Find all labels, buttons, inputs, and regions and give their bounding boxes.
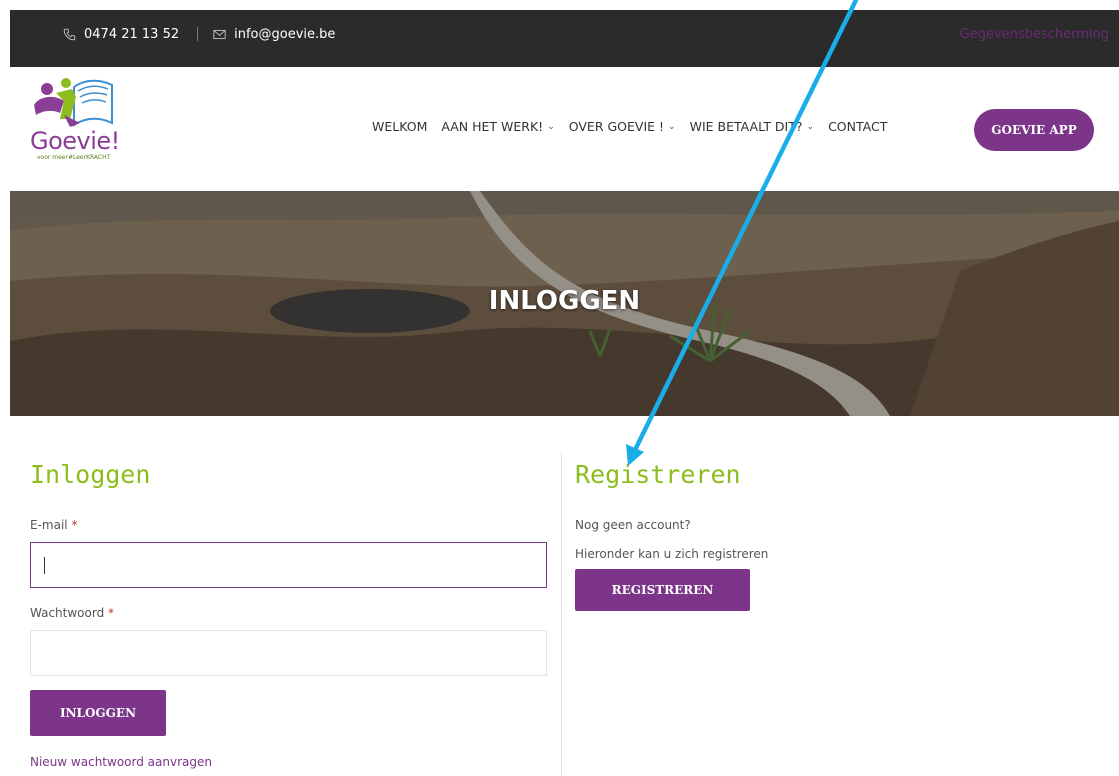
divider [197,27,199,41]
register-heading: Registreren [575,460,741,489]
password-label: Wachtwoord * [30,606,547,620]
logo-tagline: voor meer#LeerKRACHT [37,154,111,161]
chevron-down-icon: ⌄ [547,121,555,132]
page-title: INLOGGEN [488,286,641,316]
nav-item-aan-het-werk[interactable]: AAN HET WERK! ⌄ [441,119,554,134]
forgot-password-link[interactable]: Nieuw wachtwoord aanvragen [30,755,547,769]
required-marker: * [71,518,78,532]
login-button[interactable]: INLOGGEN [30,690,166,736]
envelope-icon [212,27,226,41]
goevie-app-button[interactable]: GOEVIE APP [974,109,1094,151]
nav-label: WIE BETAALT DIT? [689,119,803,134]
nav-label: AAN HET WERK! [441,119,544,134]
logo-wordmark: Goevie! [30,127,120,155]
top-bar: 0474 21 13 52 info@goevie.be Gegevensbes… [10,10,1119,67]
phone-number[interactable]: 0474 21 13 52 [84,27,179,42]
password-field[interactable] [30,630,547,676]
logo[interactable]: Goevie! voor meer#LeerKRACHT [30,75,140,165]
column-divider [561,452,562,776]
main-nav: WELKOM AAN HET WERK! ⌄ OVER GOEVIE ! ⌄ WIE… [372,119,901,134]
nav-item-wie-betaalt-dit[interactable]: WIE BETAALT DIT? ⌄ [690,119,815,134]
site-header: Goevie! voor meer#LeerKRACHT WELKOM AAN … [10,67,1119,191]
register-line-1: Nog geen account? [575,518,691,532]
email-address[interactable]: info@goevie.be [234,27,335,42]
phone-icon [62,27,76,41]
email-label-text: E-mail [30,518,68,532]
nav-label: OVER GOEVIE ! [568,119,665,134]
nav-label: CONTACT [828,119,888,134]
text-caret [44,557,45,574]
register-line-2: Hieronder kan u zich registreren [575,547,769,561]
chevron-down-icon: ⌄ [806,121,815,132]
password-label-text: Wachtwoord [30,606,105,620]
privacy-link[interactable]: Gegevensbescherming [960,10,1109,58]
chevron-down-icon: ⌄ [668,121,676,132]
nav-item-over-goevie[interactable]: OVER GOEVIE ! ⌄ [569,119,676,134]
required-marker: * [108,606,115,620]
nav-item-contact[interactable]: CONTACT [828,119,887,134]
email-label: E-mail * [30,518,547,532]
register-button[interactable]: REGISTREREN [575,569,750,611]
nav-label: WELKOM [372,119,428,134]
nav-item-welkom[interactable]: WELKOM [372,119,427,134]
login-form: Inloggen E-mail * Wachtwoord * INLOGGEN … [30,440,547,769]
login-heading: Inloggen [30,460,151,489]
email-field[interactable] [30,542,547,588]
register-section: Registreren Nog geen account? Hieronder … [575,440,1095,611]
hero-banner: INLOGGEN [10,191,1119,416]
logo-figures-icon [34,78,113,127]
contact-info: 0474 21 13 52 info@goevie.be [62,10,335,58]
